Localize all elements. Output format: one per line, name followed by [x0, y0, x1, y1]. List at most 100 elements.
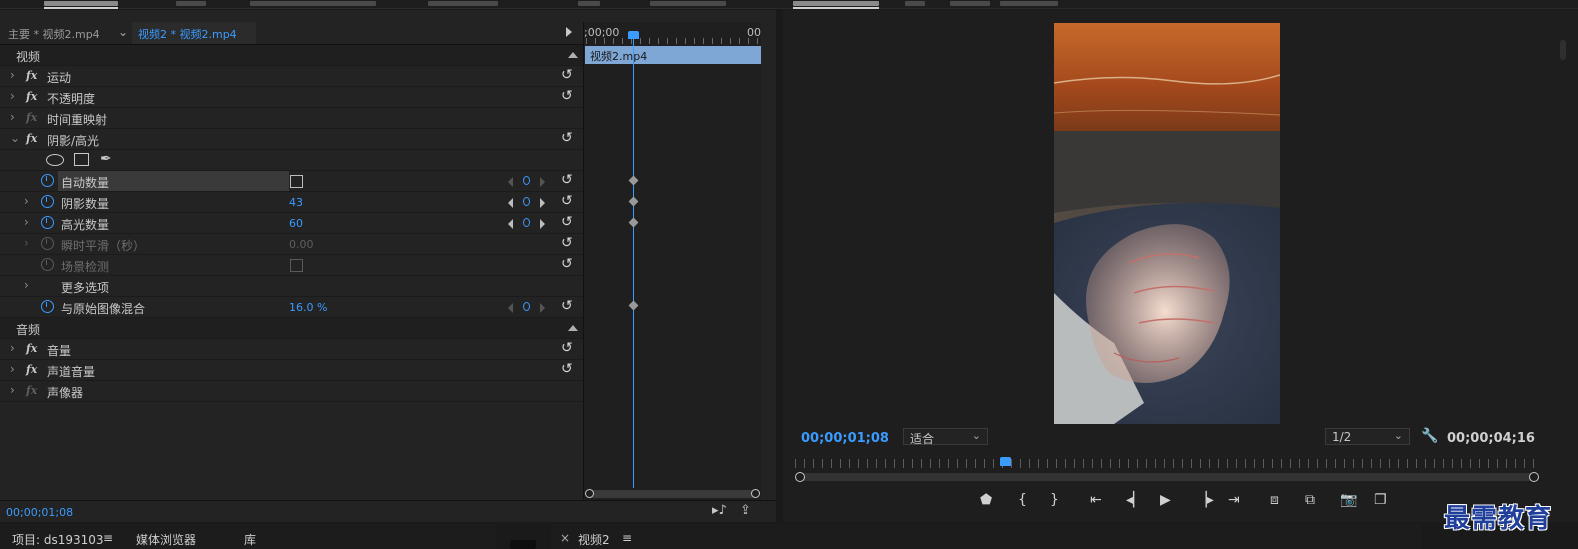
fx-icon[interactable]: fx: [26, 90, 37, 103]
chevron-right-icon[interactable]: ›: [10, 341, 15, 355]
scroll-right-handle[interactable]: [751, 489, 760, 498]
reset-icon[interactable]: ↺: [561, 130, 573, 146]
prev-keyframe-icon[interactable]: [508, 219, 513, 229]
reset-icon[interactable]: ↺: [561, 298, 573, 314]
close-icon[interactable]: ×: [560, 531, 570, 545]
mark-in-icon[interactable]: {: [1018, 492, 1027, 508]
resolution-dropdown[interactable]: 1/2 ⌄: [1325, 428, 1410, 445]
scroll-left-handle[interactable]: [585, 489, 594, 498]
next-keyframe-icon[interactable]: [540, 219, 545, 229]
tab-menu-icon[interactable]: ≡: [103, 531, 113, 545]
auto-amounts-checkbox[interactable]: [290, 175, 303, 188]
shadow-amount-value[interactable]: 43: [289, 196, 303, 209]
filter-audio-icon[interactable]: ▸♪: [712, 503, 727, 518]
effect-row-panner[interactable]: › fx 声像器: [0, 381, 583, 402]
master-clip-label[interactable]: 主要 * 视频2.mp4: [8, 26, 100, 42]
keyframe-navigator[interactable]: [508, 217, 548, 231]
prev-keyframe-icon[interactable]: [508, 303, 513, 313]
stopwatch-icon[interactable]: [41, 300, 54, 313]
effect-row-time-remap[interactable]: › fx 时间重映射: [0, 108, 583, 129]
next-keyframe-icon[interactable]: [540, 303, 545, 313]
effect-row-motion[interactable]: › fx 运动 ↺: [0, 66, 583, 87]
chevron-right-icon[interactable]: ›: [24, 278, 29, 292]
reset-icon[interactable]: ↺: [561, 235, 573, 251]
tab-reference[interactable]: [950, 1, 990, 6]
effect-row-opacity[interactable]: › fx 不透明度 ↺: [0, 87, 583, 108]
chevron-down-icon[interactable]: ⌄: [10, 131, 20, 145]
extract-icon[interactable]: ⧉: [1305, 492, 1315, 508]
chevron-right-icon[interactable]: ›: [24, 236, 29, 250]
export-icon[interactable]: ⇪: [740, 503, 751, 518]
mark-out-icon[interactable]: }: [1050, 492, 1059, 508]
sequence-clip-label[interactable]: 视频2 * 视频2.mp4: [132, 22, 256, 44]
program-time-ruler[interactable]: [795, 459, 1540, 468]
ec-current-time[interactable]: 00;00;01;08: [6, 506, 73, 519]
rectangle-mask-icon[interactable]: [74, 153, 89, 166]
blend-with-original-value[interactable]: 16.0 %: [289, 301, 327, 314]
param-row-scene-detect[interactable]: 场景检测 ↺: [0, 255, 583, 276]
fx-icon[interactable]: fx: [26, 363, 37, 376]
fx-icon[interactable]: fx: [26, 132, 37, 145]
monitor-scrollbar[interactable]: [1560, 40, 1566, 60]
go-to-out-icon[interactable]: ⇥: [1228, 492, 1240, 508]
program-playhead[interactable]: [1000, 457, 1011, 466]
reset-icon[interactable]: ↺: [561, 88, 573, 104]
add-keyframe-icon[interactable]: [523, 197, 530, 206]
stopwatch-icon[interactable]: [41, 195, 54, 208]
fit-dropdown[interactable]: 适合 ⌄: [903, 428, 988, 446]
reset-icon[interactable]: ↺: [561, 172, 573, 188]
param-row-auto-amounts[interactable]: 自动数量 ↺: [0, 171, 583, 192]
lift-icon[interactable]: ⧈: [1270, 492, 1279, 508]
tab-other[interactable]: [650, 1, 726, 6]
chevron-right-icon[interactable]: ›: [24, 194, 29, 208]
tab-media-browser[interactable]: 媒体浏览器: [136, 531, 196, 548]
go-to-in-icon[interactable]: ⇤: [1090, 492, 1102, 508]
ellipse-mask-icon[interactable]: [46, 154, 64, 166]
keyframe-diamond[interactable]: [628, 217, 639, 228]
effect-row-shadow-highlight[interactable]: ⌄ fx 阴影/高光 ↺: [0, 129, 583, 150]
wrench-icon[interactable]: 🔧: [1421, 428, 1438, 444]
tab-audio-clip-mixer[interactable]: [250, 1, 376, 6]
step-back-icon[interactable]: ◂▏: [1126, 492, 1144, 508]
effect-row-channel-volume[interactable]: › fx 声道音量 ↺: [0, 360, 583, 381]
stopwatch-icon[interactable]: [41, 174, 54, 187]
tool-strip[interactable]: [510, 540, 536, 549]
program-current-time[interactable]: 00;00;01;08: [801, 431, 889, 446]
chevron-right-icon[interactable]: ›: [10, 383, 15, 397]
reset-icon[interactable]: ↺: [561, 361, 573, 377]
collapse-up-icon[interactable]: [568, 325, 578, 331]
camera-icon[interactable]: 📷: [1340, 492, 1357, 508]
fx-icon[interactable]: fx: [26, 69, 37, 82]
tab-audio[interactable]: [1000, 1, 1058, 6]
reset-icon[interactable]: ↺: [561, 256, 573, 272]
tab-timeline[interactable]: 视频2: [578, 531, 610, 548]
chevron-right-icon[interactable]: ›: [10, 89, 15, 103]
play-triangle-icon[interactable]: [566, 27, 572, 37]
add-keyframe-icon[interactable]: [523, 176, 530, 185]
tab-source[interactable]: [905, 1, 925, 6]
tab-program-monitor[interactable]: [793, 1, 879, 6]
tab-audio-track-mixer[interactable]: [428, 1, 498, 6]
next-keyframe-icon[interactable]: [540, 198, 545, 208]
chevron-right-icon[interactable]: ›: [24, 215, 29, 229]
keyframe-navigator[interactable]: [508, 301, 548, 315]
tab-project[interactable]: 项目: ds193103: [12, 531, 104, 548]
chevron-right-icon[interactable]: ›: [10, 68, 15, 82]
add-marker-icon[interactable]: ⬟: [980, 492, 992, 508]
next-keyframe-icon[interactable]: [540, 177, 545, 187]
effect-row-volume[interactable]: › fx 音量 ↺: [0, 339, 583, 360]
keyframe-navigator[interactable]: [508, 196, 548, 210]
stopwatch-icon[interactable]: [41, 216, 54, 229]
chevron-right-icon[interactable]: ›: [10, 110, 15, 124]
param-row-blend-with-original[interactable]: 与原始图像混合 16.0 % ↺: [0, 297, 583, 318]
tab-menu-icon[interactable]: ≡: [622, 531, 632, 545]
tab-effect-controls[interactable]: [44, 1, 118, 6]
scene-detect-checkbox[interactable]: [290, 259, 303, 272]
prev-keyframe-icon[interactable]: [508, 177, 513, 187]
reset-icon[interactable]: ↺: [561, 193, 573, 209]
highlight-amount-value[interactable]: 60: [289, 217, 303, 230]
keyframe-diamond[interactable]: [628, 175, 639, 186]
keyframe-navigator[interactable]: [508, 175, 548, 189]
reset-icon[interactable]: ↺: [561, 214, 573, 230]
keyframe-diamond[interactable]: [628, 196, 639, 207]
